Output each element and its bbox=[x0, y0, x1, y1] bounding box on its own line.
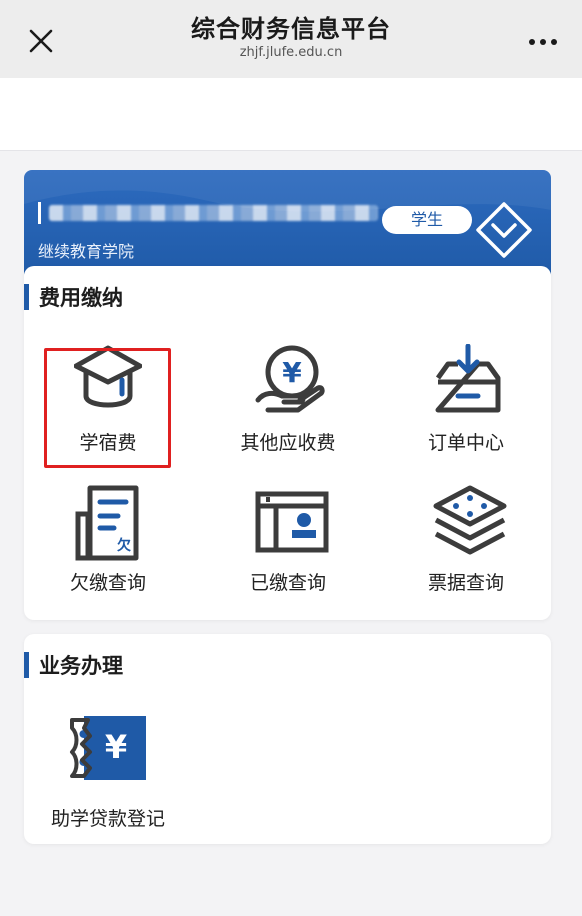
stacked-layers-icon bbox=[433, 485, 507, 555]
tile-label: 已缴查询 bbox=[249, 572, 326, 594]
header-wave-decoration bbox=[24, 170, 551, 212]
tile-other-fees[interactable]: ¥ 其他应收费 bbox=[218, 344, 358, 468]
yen-hand-icon: ¥ bbox=[255, 345, 325, 413]
arrears-document-icon: 欠 bbox=[75, 485, 139, 561]
page-title: 综合财务信息平台 bbox=[191, 15, 391, 43]
inbox-tray-icon bbox=[435, 344, 501, 413]
loan-ticket-icon: ¥ bbox=[70, 716, 146, 780]
title-block: 综合财务信息平台 zhjf.jlufe.edu.cn bbox=[0, 14, 582, 61]
business-card: 业务办理 ¥ 助学贷款登记 bbox=[24, 634, 551, 844]
section-accent-bar bbox=[24, 652, 29, 678]
role-badge: 学生 bbox=[382, 206, 472, 234]
tile-student-loan[interactable]: ¥ 助学贷款登记 bbox=[38, 714, 178, 838]
tile-label: 欠缴查询 bbox=[69, 572, 146, 594]
tile-receipt-query[interactable]: 票据查询 bbox=[396, 484, 536, 608]
fee-section-title: 费用缴纳 bbox=[39, 286, 123, 310]
svg-text:¥: ¥ bbox=[105, 728, 127, 766]
school-name: 继续教育学院 bbox=[38, 242, 135, 261]
tile-label: 票据查询 bbox=[427, 572, 504, 594]
profile-header bbox=[24, 170, 551, 280]
tile-arrears-query[interactable]: 欠 欠缴查询 bbox=[38, 484, 178, 608]
top-bar: 综合财务信息平台 zhjf.jlufe.edu.cn bbox=[0, 0, 582, 78]
fee-section-header: 费用缴纳 bbox=[24, 284, 123, 310]
selection-highlight-box bbox=[44, 348, 171, 468]
svg-text:¥: ¥ bbox=[282, 356, 302, 389]
business-section-title: 业务办理 bbox=[39, 654, 123, 678]
more-options-icon[interactable] bbox=[528, 34, 558, 48]
expand-chevron-icon[interactable] bbox=[474, 200, 534, 260]
tile-label: 订单中心 bbox=[427, 432, 504, 454]
user-name-redacted bbox=[38, 202, 378, 224]
svg-text:欠: 欠 bbox=[117, 537, 131, 554]
blank-banner bbox=[0, 78, 582, 151]
page-url: zhjf.jlufe.edu.cn bbox=[239, 45, 343, 60]
paid-certificate-icon bbox=[255, 491, 329, 553]
tile-paid-query[interactable]: 已缴查询 bbox=[218, 484, 358, 608]
business-section-header: 业务办理 bbox=[24, 652, 123, 678]
tile-label: 助学贷款登记 bbox=[50, 808, 165, 830]
tile-order-center[interactable]: 订单中心 bbox=[396, 344, 536, 468]
section-accent-bar bbox=[24, 284, 29, 310]
tile-label: 其他应收费 bbox=[240, 432, 336, 454]
